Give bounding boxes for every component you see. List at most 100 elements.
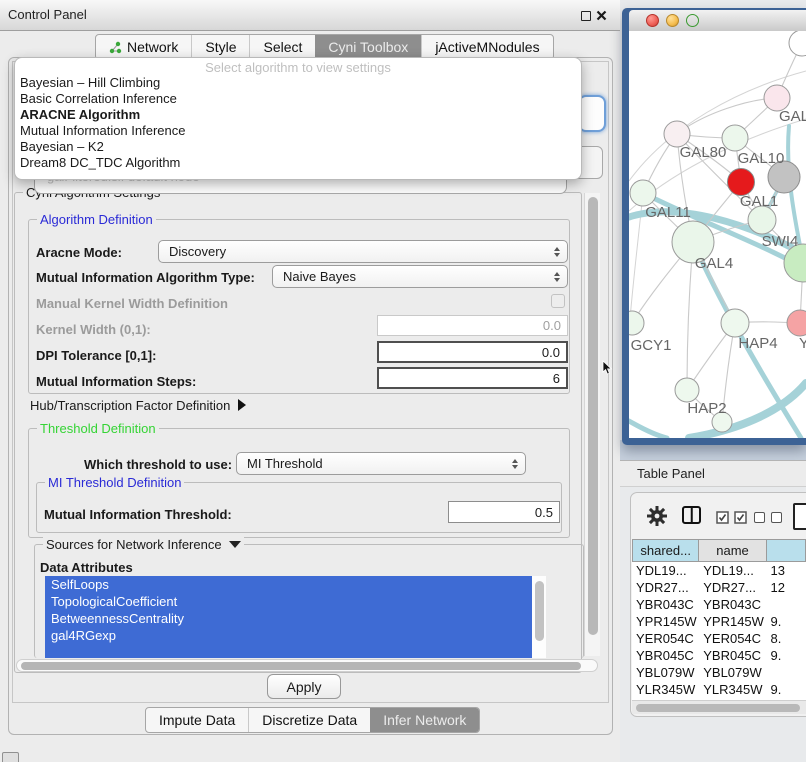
algorithm-option[interactable]: Bayesian – K2	[20, 139, 104, 154]
list-scroll-thumb[interactable]	[535, 581, 544, 641]
table-row[interactable]: YDL19...YDL19...13	[632, 562, 806, 579]
cell[interactable]	[766, 664, 806, 681]
node-unlabeled[interactable]	[789, 31, 806, 56]
dpi-tolerance-field[interactable]: 0.0	[377, 341, 568, 363]
table-row[interactable]: YPR145WYPR145W9.	[632, 613, 806, 630]
cell[interactable]: 9.	[766, 681, 806, 698]
mi-steps-field[interactable]: 6	[377, 367, 568, 389]
float-icon[interactable]	[581, 11, 591, 21]
table-row[interactable]: YLR345WYLR345W9.	[632, 681, 806, 698]
sources-toggle[interactable]: Sources for Network Inference	[43, 537, 244, 552]
aracne-mode-combobox[interactable]: Discovery	[158, 240, 568, 263]
node-hap2[interactable]	[675, 378, 699, 402]
tab-style[interactable]: Style	[191, 35, 249, 59]
cell[interactable]: YBR043C	[699, 596, 766, 613]
mi-type-combobox[interactable]: Naive Bayes	[272, 265, 568, 288]
algorithm-option[interactable]: Mutual Information Inference	[20, 123, 185, 138]
node-red-selected[interactable]	[728, 169, 755, 196]
cell[interactable]: YBR045C	[699, 647, 766, 664]
tab-select[interactable]: Select	[249, 35, 315, 59]
list-item-selected[interactable]: SelfLoops	[45, 576, 546, 593]
settings-vertical-scrollbar[interactable]	[584, 193, 600, 656]
node-salmon[interactable]	[787, 310, 806, 336]
node-gal1[interactable]	[748, 206, 776, 234]
settings-horizontal-scrollbar[interactable]	[16, 659, 598, 672]
which-threshold-combobox[interactable]: MI Threshold	[236, 452, 526, 475]
table-horizontal-scrollbar[interactable]	[632, 700, 806, 714]
table-row[interactable]: YDR27...YDR27...12	[632, 579, 806, 596]
deselect-all-checkboxes-icon[interactable]	[754, 512, 782, 523]
tab-discretize-data[interactable]: Discretize Data	[248, 708, 370, 732]
cell[interactable]: 9.	[766, 613, 806, 630]
tab-cyni-toolbox[interactable]: Cyni Toolbox	[315, 35, 421, 59]
network-view-window[interactable]: GAL GAL80 GAL10 GAL1 GAL11 SWI4 GAL4 GCY…	[622, 8, 806, 445]
cell[interactable]: YDL19...	[699, 562, 766, 579]
cell[interactable]: YLR345W	[699, 681, 766, 698]
cell[interactable]: YDR27...	[699, 579, 766, 596]
tab-jactivemnodules[interactable]: jActiveMNodules	[421, 35, 552, 59]
manual-kernel-checkbox[interactable]	[551, 294, 565, 308]
vscroll-thumb[interactable]	[588, 197, 598, 635]
apply-button[interactable]: Apply	[267, 674, 341, 699]
node-hap4[interactable]	[721, 309, 749, 337]
gear-icon[interactable]	[646, 505, 668, 527]
algorithm-option-selected[interactable]: ARACNE Algorithm	[20, 107, 140, 122]
table-row[interactable]: YER054CYER054C8.	[632, 630, 806, 647]
cell[interactable]: 9.	[766, 647, 806, 664]
table-document-icon[interactable]	[793, 503, 806, 530]
cell[interactable]: YBR045C	[632, 647, 699, 664]
table-row[interactable]: YBR043CYBR043C	[632, 596, 806, 613]
bottom-corner-icon[interactable]	[2, 752, 19, 762]
node-attribute-table[interactable]: shared... name YDL19...YDL19...13 YDR27.…	[632, 539, 806, 700]
cell[interactable]: YBR043C	[632, 596, 699, 613]
hub-definition-toggle[interactable]: Hub/Transcription Factor Definition	[30, 398, 246, 413]
list-item-selected[interactable]: gal4RGexp	[45, 627, 546, 644]
hscroll-thumb[interactable]	[21, 662, 581, 670]
kernel-width-field[interactable]: 0.0	[377, 315, 568, 336]
control-panel-titlebar: Control Panel	[0, 0, 620, 31]
zoom-traffic-light[interactable]	[686, 14, 699, 27]
list-scrollbar[interactable]	[532, 576, 546, 658]
cell[interactable]: YPR145W	[699, 613, 766, 630]
column-layout-icon[interactable]	[682, 506, 701, 524]
list-item-selected[interactable]: TopologicalCoefficient	[45, 593, 546, 610]
network-canvas[interactable]: GAL GAL80 GAL10 GAL1 GAL11 SWI4 GAL4 GCY…	[629, 31, 806, 438]
cell[interactable]: YDL19...	[632, 562, 699, 579]
cell[interactable]: 12	[766, 579, 806, 596]
cell[interactable]: YER054C	[632, 630, 699, 647]
cell[interactable]: YDR27...	[632, 579, 699, 596]
table-row[interactable]: YBR045CYBR045C9.	[632, 647, 806, 664]
kernel-width-label: Kernel Width (0,1):	[36, 322, 151, 337]
select-all-checkboxes-icon[interactable]	[716, 511, 748, 524]
cell[interactable]: YPR145W	[632, 613, 699, 630]
table-hscroll-thumb[interactable]	[636, 704, 800, 712]
algorithm-option[interactable]: Bayesian – Hill Climbing	[20, 75, 160, 90]
column-header-partial[interactable]	[767, 539, 806, 562]
algorithm-option[interactable]: Dream8 DC_TDC Algorithm	[20, 155, 180, 170]
close-icon[interactable]	[596, 10, 607, 21]
network-nodes[interactable]	[629, 31, 806, 432]
column-header-name[interactable]: name	[699, 539, 766, 562]
cell[interactable]: YBL079W	[699, 664, 766, 681]
mi-threshold-field[interactable]: 0.5	[448, 501, 560, 523]
algorithm-option[interactable]: Basic Correlation Inference	[20, 91, 177, 106]
tab-network[interactable]: Network	[96, 35, 191, 59]
cell[interactable]: 8.	[766, 630, 806, 647]
cell[interactable]	[766, 596, 806, 613]
close-traffic-light[interactable]	[646, 14, 659, 27]
cell[interactable]: YLR345W	[632, 681, 699, 698]
cell[interactable]: 13	[766, 562, 806, 579]
tab-infer-network[interactable]: Infer Network	[370, 708, 479, 732]
network-window-titlebar[interactable]	[629, 10, 806, 32]
table-row[interactable]: YBL079WYBL079W	[632, 664, 806, 681]
list-item-selected[interactable]: BetweennessCentrality	[45, 610, 546, 627]
minimize-traffic-light[interactable]	[666, 14, 679, 27]
cell[interactable]: YER054C	[699, 630, 766, 647]
node-gcy1[interactable]	[629, 311, 644, 335]
column-header-shared[interactable]: shared...	[632, 539, 699, 562]
node-gal11[interactable]	[630, 180, 656, 206]
cell[interactable]: YBL079W	[632, 664, 699, 681]
tab-impute-data[interactable]: Impute Data	[146, 708, 248, 732]
data-attributes-list[interactable]: SelfLoops TopologicalCoefficient Between…	[45, 576, 546, 658]
list-item-partial[interactable]	[45, 644, 546, 658]
